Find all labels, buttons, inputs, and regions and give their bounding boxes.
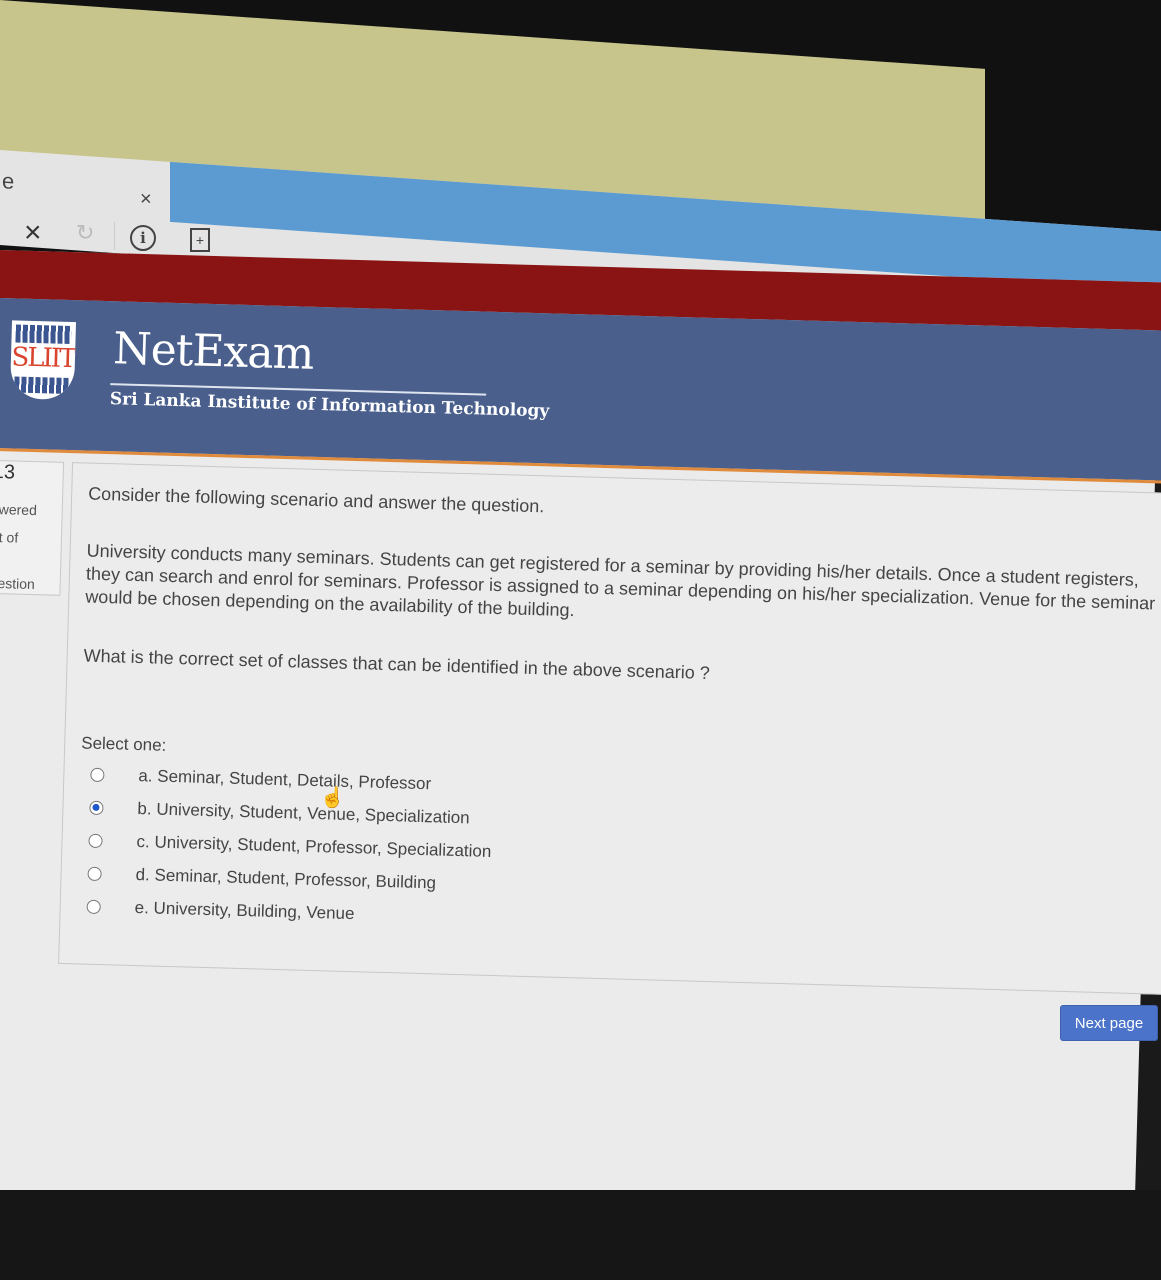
- option-c[interactable]: c. University, Student, Professor, Speci…: [88, 828, 492, 865]
- option-e[interactable]: e. University, Building, Venue: [86, 894, 355, 927]
- option-b-label[interactable]: b. University, Student, Venue, Specializ…: [137, 799, 470, 828]
- option-d[interactable]: d. Seminar, Student, Professor, Building: [87, 861, 436, 897]
- option-d-label[interactable]: d. Seminar, Student, Professor, Building: [135, 865, 436, 893]
- web-page: SLIIT NetExam Sri Lanka Institute of Inf…: [0, 250, 1161, 1243]
- flag-question-link[interactable]: uestion: [0, 575, 35, 592]
- select-one-label: Select one:: [81, 733, 167, 755]
- question-info-panel: 13 swered ut of uestion: [0, 459, 65, 596]
- page-action-icon[interactable]: +: [190, 228, 210, 252]
- toolbar-divider: [114, 222, 115, 250]
- logo-pattern-bottom: [14, 376, 71, 395]
- radio-e[interactable]: [86, 899, 101, 915]
- tab-close-icon[interactable]: ×: [140, 188, 152, 212]
- stop-icon[interactable]: ×: [24, 216, 42, 250]
- option-e-label[interactable]: e. University, Building, Venue: [134, 898, 354, 924]
- tab-title[interactable]: e: [2, 168, 14, 195]
- question-card: Consider the following scenario and answ…: [58, 462, 1161, 996]
- radio-d[interactable]: [87, 866, 102, 882]
- app-name: NetExam: [112, 323, 315, 380]
- radio-c[interactable]: [88, 833, 103, 849]
- option-c-label[interactable]: c. University, Student, Professor, Speci…: [136, 832, 491, 862]
- option-b[interactable]: b. University, Student, Venue, Specializ…: [89, 795, 470, 832]
- radio-b[interactable]: [89, 800, 104, 816]
- marks-status: ut of: [0, 528, 19, 546]
- radio-a[interactable]: [90, 767, 105, 783]
- next-page-button[interactable]: Next page: [1060, 1005, 1158, 1041]
- option-a[interactable]: a. Seminar, Student, Details, Professor: [90, 762, 432, 798]
- question-intro: Consider the following scenario and answ…: [87, 483, 545, 517]
- answered-status: swered: [0, 500, 38, 519]
- reload-icon[interactable]: ↻: [76, 220, 94, 246]
- logo-text: SLIIT: [11, 342, 75, 375]
- question-number: 13: [0, 460, 16, 484]
- option-a-label[interactable]: a. Seminar, Student, Details, Professor: [138, 766, 431, 794]
- question-prompt: What is the correct set of classes that …: [83, 645, 711, 683]
- sliit-logo: SLIIT: [9, 320, 77, 401]
- monitor-bezel-bottom: [0, 1190, 1161, 1280]
- logo-pattern-top: [15, 324, 72, 345]
- hand-cursor-icon: ☝: [320, 787, 345, 809]
- question-scenario: University conducts many seminars. Stude…: [85, 540, 1156, 621]
- info-icon[interactable]: i: [130, 225, 156, 251]
